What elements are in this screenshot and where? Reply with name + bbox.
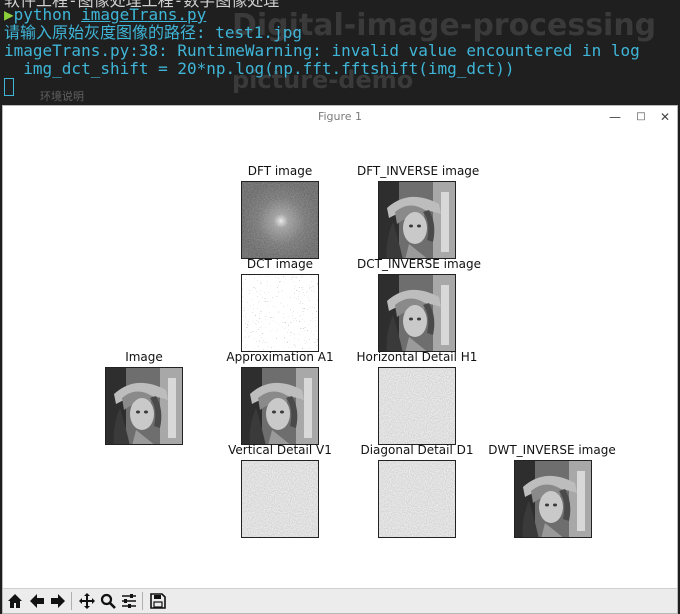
approximation-image — [241, 367, 319, 445]
figure-window: Figure 1 — □ ✕ DFT image DFT_INVERSE ima… — [2, 105, 678, 614]
window-title: Figure 1 — [317, 110, 363, 123]
save-icon[interactable] — [148, 591, 168, 611]
vertical-detail-title: Vertical Detail V1 — [228, 443, 332, 457]
terminal-code-line: img_dct_shift = 20*np.log(np.fft.fftshif… — [4, 59, 515, 78]
prompt-arrow-icon: ▶ — [4, 5, 14, 24]
dft-inverse-title: DFT_INVERSE image — [357, 164, 480, 178]
figure-canvas[interactable]: DFT image DFT_INVERSE image DCT image DC… — [3, 128, 677, 586]
dct-inverse-image — [378, 274, 456, 352]
matplotlib-toolbar — [3, 588, 677, 613]
terminal-command-arg[interactable]: imageTrans.py — [81, 5, 206, 24]
configure-subplots-icon[interactable] — [119, 591, 139, 611]
horizontal-detail-title: Horizontal Detail H1 — [356, 350, 478, 364]
terminal-cursor[interactable] — [4, 78, 14, 96]
dft-image — [241, 181, 319, 259]
terminal-command: python — [13, 5, 72, 24]
approximation-title: Approximation A1 — [226, 350, 334, 364]
back-icon[interactable] — [27, 591, 47, 611]
minimize-button[interactable]: — — [605, 108, 625, 126]
forward-icon[interactable] — [48, 591, 68, 611]
original-image — [105, 367, 183, 445]
toolbar-separator — [71, 592, 72, 610]
window-titlebar[interactable]: Figure 1 — □ ✕ — [3, 106, 677, 128]
dct-inverse-title: DCT_INVERSE image — [357, 257, 481, 271]
background-note: 环境说明 — [40, 90, 84, 103]
terminal-background: Digital-image-processing picture-demo 环境… — [0, 0, 680, 108]
dct-title: DCT image — [246, 257, 314, 271]
vertical-detail-image — [241, 460, 319, 538]
zoom-icon[interactable] — [98, 591, 118, 611]
toolbar-separator — [142, 592, 143, 610]
dwt-inverse-title: DWT_INVERSE image — [488, 443, 616, 457]
diagonal-detail-image — [378, 460, 456, 538]
dft-title: DFT image — [247, 164, 313, 178]
dft-inverse-image — [378, 181, 456, 259]
image-title: Image — [125, 350, 163, 364]
home-icon[interactable] — [5, 591, 25, 611]
close-button[interactable]: ✕ — [655, 108, 675, 126]
terminal-warning-line: imageTrans.py:38: RuntimeWarning: invali… — [4, 41, 640, 60]
diagonal-detail-title: Diagonal Detail D1 — [360, 443, 474, 457]
terminal-command-line: ▶python imageTrans.py — [4, 6, 206, 24]
terminal-input-line: 请输入原始灰度图像的路径: test1.jpg — [4, 23, 302, 42]
pan-icon[interactable] — [77, 591, 97, 611]
horizontal-detail-image — [378, 367, 456, 445]
dwt-inverse-image — [514, 460, 592, 538]
dct-image — [241, 274, 319, 352]
maximize-button[interactable]: □ — [631, 108, 651, 126]
